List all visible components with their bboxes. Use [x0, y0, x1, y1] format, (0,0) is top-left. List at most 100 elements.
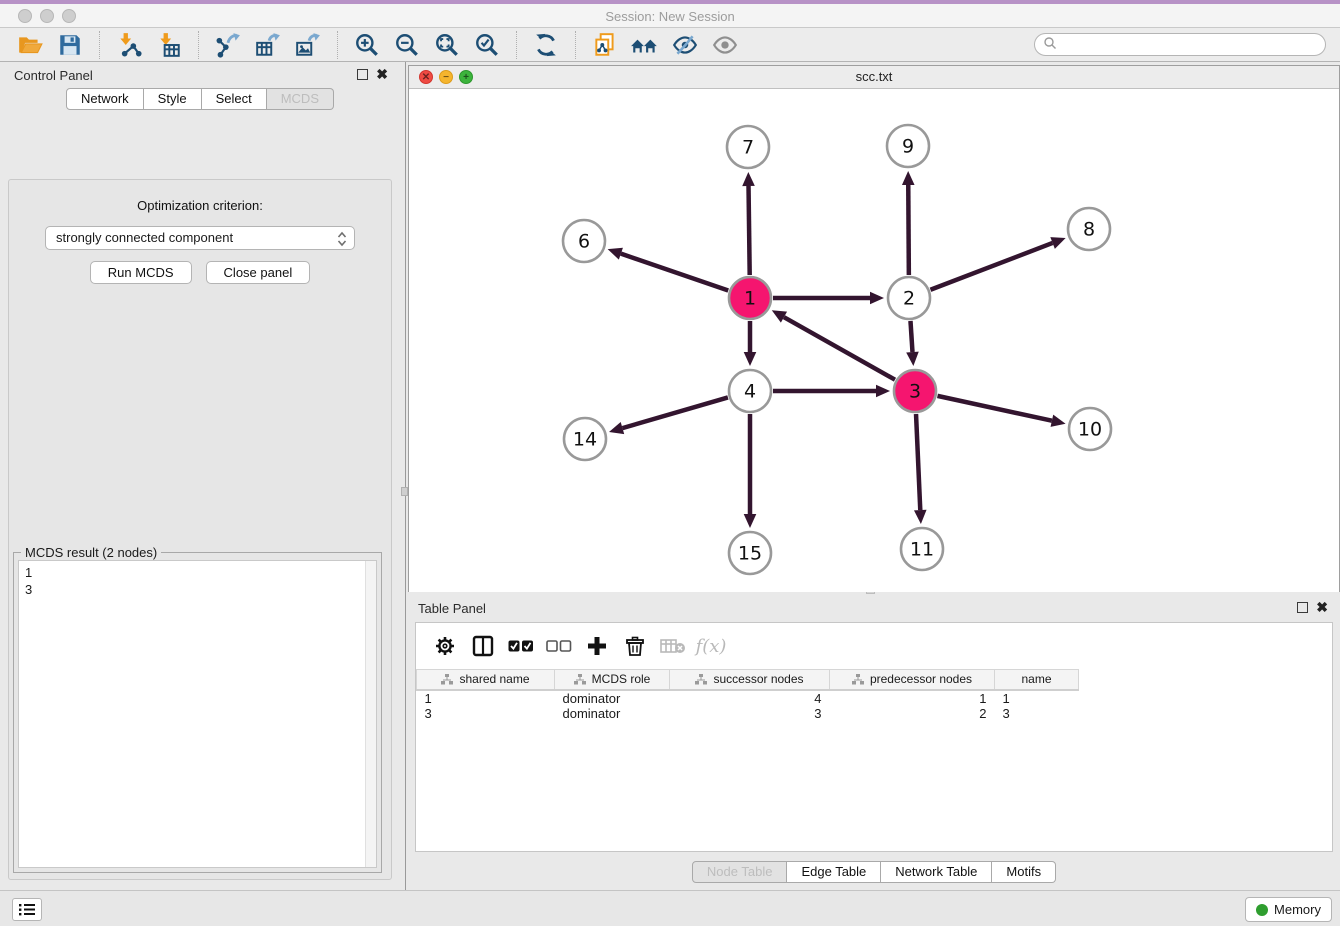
control-panel-title: Control Panel [14, 68, 93, 83]
search-icon [1043, 36, 1057, 53]
close-panel-button[interactable]: Close panel [206, 261, 311, 284]
cell-successor-nodes[interactable]: 3 [670, 706, 830, 722]
cell-name[interactable]: 3 [995, 706, 1079, 722]
run-mcds-button[interactable]: Run MCDS [90, 261, 192, 284]
zoom-out-icon[interactable] [392, 31, 422, 59]
float-table-panel-icon[interactable] [1297, 602, 1308, 613]
column-type-icon [574, 674, 586, 685]
checked-boxes-icon[interactable] [508, 633, 534, 659]
memory-button[interactable]: Memory [1245, 897, 1332, 922]
tab-network[interactable]: Network [66, 88, 144, 110]
graph-node-label: 11 [910, 539, 934, 561]
graph-node-label: 3 [909, 381, 921, 403]
table-row[interactable]: 3 dominator 3 2 3 [417, 706, 1333, 722]
column-successor-nodes[interactable]: successor nodes [670, 670, 830, 690]
mcds-result-scrollbar[interactable] [365, 561, 376, 867]
graph-node-label: 1 [744, 288, 756, 310]
tab-motifs[interactable]: Motifs [992, 861, 1056, 883]
split-columns-icon[interactable] [470, 633, 496, 659]
optimization-criterion-select[interactable]: strongly connected component [45, 226, 355, 250]
cell-mcds-role[interactable]: dominator [555, 706, 670, 722]
toolbar-separator [99, 31, 100, 59]
toolbar-separator [516, 31, 517, 59]
graph-node-label: 8 [1083, 219, 1095, 241]
main-toolbar [0, 28, 1340, 62]
network-graph[interactable]: 7968124314101511 [409, 89, 1339, 592]
graph-node-label: 15 [738, 543, 762, 565]
zoom-in-icon[interactable] [352, 31, 382, 59]
close-panel-icon[interactable]: ✖ [376, 67, 388, 81]
show-eye-icon [710, 31, 740, 59]
toolbar-separator [337, 31, 338, 59]
save-session-icon[interactable] [55, 31, 85, 59]
titlebar: Session: New Session [0, 4, 1340, 28]
column-type-icon [852, 674, 864, 685]
graph-node-label: 9 [902, 136, 914, 158]
table-header-filler [1079, 670, 1333, 690]
float-panel-icon[interactable] [357, 69, 368, 80]
duplicate-network-icon[interactable] [590, 31, 620, 59]
tab-style[interactable]: Style [144, 88, 202, 110]
network-view-title: scc.txt [409, 69, 1339, 84]
cell-predecessor-nodes[interactable]: 1 [830, 690, 995, 706]
list-icon [19, 903, 35, 916]
column-predecessor-nodes[interactable]: predecessor nodes [830, 670, 995, 690]
unchecked-boxes-icon[interactable] [546, 633, 572, 659]
import-table-icon[interactable] [154, 31, 184, 59]
hide-eye-icon[interactable] [670, 31, 700, 59]
graph-node-label: 10 [1078, 419, 1102, 441]
mcds-result-text[interactable]: 1 3 [18, 560, 377, 868]
window-title: Session: New Session [0, 9, 1340, 24]
graph-node-label: 4 [744, 381, 756, 403]
tab-network-table[interactable]: Network Table [881, 861, 992, 883]
table-row[interactable]: 1 dominator 4 1 1 [417, 690, 1333, 706]
cell-name[interactable]: 1 [995, 690, 1079, 706]
export-image-icon[interactable] [293, 31, 323, 59]
column-shared-name[interactable]: shared name [417, 670, 555, 690]
network-view-window: ✕ − + scc.txt 7968124314101511 [408, 65, 1340, 592]
export-network-icon[interactable] [213, 31, 243, 59]
search-input[interactable] [1034, 33, 1326, 56]
status-bar: Memory [0, 890, 1340, 926]
optimization-criterion-label: Optimization criterion: [9, 198, 391, 213]
cell-mcds-role[interactable]: dominator [555, 690, 670, 706]
mcds-result-group: MCDS result (2 nodes) 1 3 [13, 552, 382, 873]
task-history-button[interactable] [12, 898, 42, 921]
memory-status-icon [1256, 904, 1268, 916]
tab-node-table[interactable]: Node Table [692, 861, 788, 883]
tab-edge-table[interactable]: Edge Table [787, 861, 881, 883]
network-view-titlebar[interactable]: ✕ − + scc.txt [409, 66, 1339, 89]
column-mcds-role[interactable]: MCDS role [555, 670, 670, 690]
function-icon: f(x) [698, 633, 724, 659]
cell-successor-nodes[interactable]: 4 [670, 690, 830, 706]
cell-predecessor-nodes[interactable]: 2 [830, 706, 995, 722]
network-canvas[interactable]: 7968124314101511 [409, 89, 1339, 592]
toolbar-separator [575, 31, 576, 59]
control-panel: Control Panel ✖ Network Style Select MCD… [0, 62, 400, 890]
close-table-panel-icon[interactable]: ✖ [1316, 600, 1328, 614]
tab-mcds[interactable]: MCDS [267, 88, 334, 110]
select-stepper-icon [337, 231, 347, 247]
vertical-splitter[interactable] [400, 62, 408, 890]
zoom-selected-icon[interactable] [472, 31, 502, 59]
gear-icon[interactable] [432, 633, 458, 659]
table-tabs: Node Table Edge Table Network Table Moti… [408, 861, 1340, 883]
refresh-icon[interactable] [531, 31, 561, 59]
toolbar-separator [198, 31, 199, 59]
cell-shared-name[interactable]: 3 [417, 706, 555, 722]
cell-shared-name[interactable]: 1 [417, 690, 555, 706]
open-session-icon[interactable] [15, 31, 45, 59]
homes-icon[interactable] [630, 31, 660, 59]
tab-select[interactable]: Select [202, 88, 267, 110]
zoom-fit-icon[interactable] [432, 31, 462, 59]
delete-icon[interactable] [622, 633, 648, 659]
add-icon[interactable] [584, 633, 610, 659]
column-name[interactable]: name [995, 670, 1079, 690]
mcds-panel: Optimization criterion: strongly connect… [8, 179, 392, 880]
export-table-icon[interactable] [253, 31, 283, 59]
table-panel: Table Panel ✖ [408, 595, 1340, 890]
delete-table-icon [660, 633, 686, 659]
table-toolbar: f(x) [416, 623, 1332, 669]
graph-node-label: 2 [903, 288, 915, 310]
import-network-icon[interactable] [114, 31, 144, 59]
